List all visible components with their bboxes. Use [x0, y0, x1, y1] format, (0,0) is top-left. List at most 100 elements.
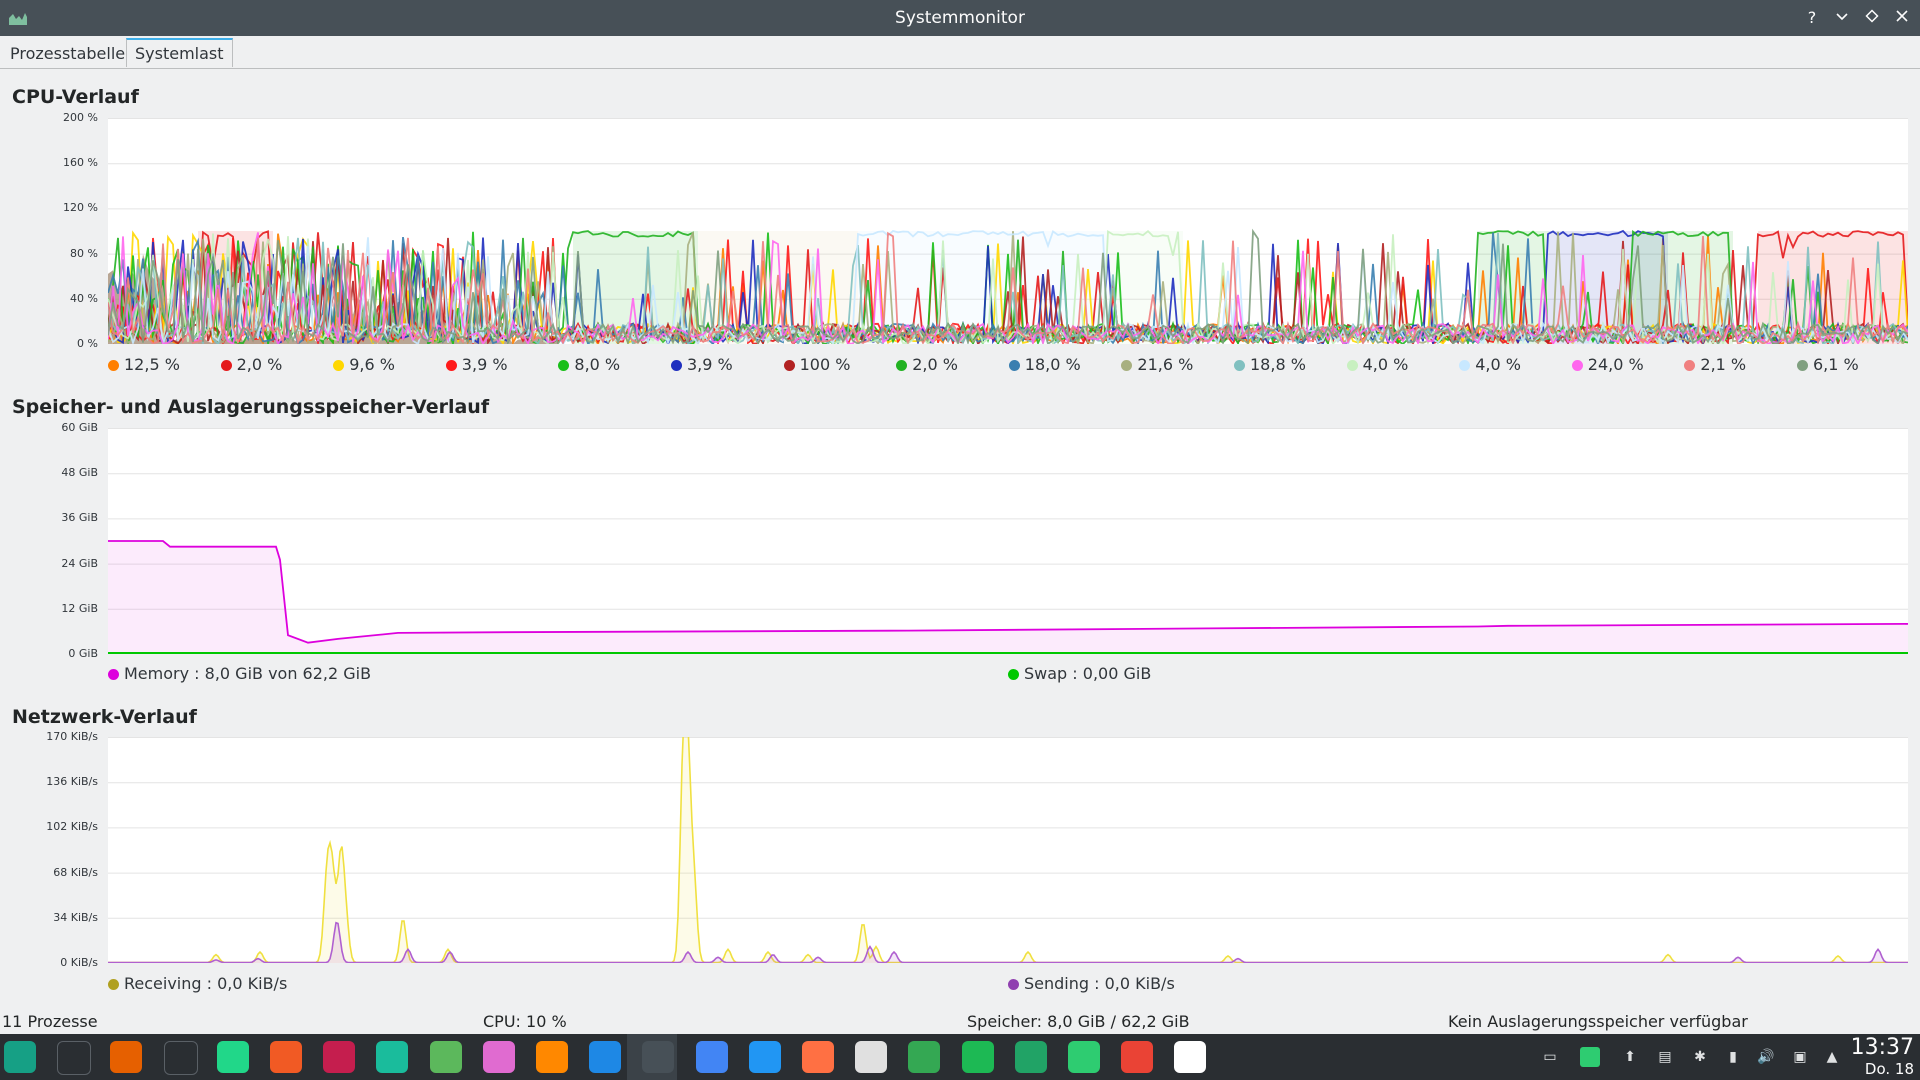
roon-icon[interactable]: [1174, 1041, 1207, 1073]
memory-y-tick: 60 GiB: [61, 421, 98, 434]
pycharm-icon[interactable]: [216, 1041, 249, 1073]
document-icon[interactable]: [748, 1041, 781, 1073]
memory-legend-swatch: [1008, 669, 1019, 680]
firefox-icon[interactable]: [110, 1041, 143, 1073]
system-monitor-icon[interactable]: [642, 1041, 675, 1073]
cpu-legend-item: 18,0 %: [1008, 355, 1081, 374]
memory-legend-swatch: [108, 669, 119, 680]
cpu-y-tick: 200 %: [63, 111, 98, 124]
cpu-legend-item: 2,0 %: [220, 355, 283, 374]
network-receiving-line: [108, 704, 1908, 964]
memory-y-tick: 24 GiB: [61, 556, 98, 570]
cpu-legend-item: 2,0 %: [896, 355, 958, 374]
close-button[interactable]: [1890, 6, 1914, 30]
network-sending-line: [108, 921, 1908, 964]
window-title: Systemmonitor: [895, 8, 1025, 28]
chevron-down-icon: [1836, 13, 1848, 21]
desktop-icon[interactable]: ▭: [1540, 1047, 1560, 1067]
file-manager-icon[interactable]: [1068, 1041, 1100, 1073]
clipboard-icon[interactable]: ▤: [1655, 1047, 1675, 1067]
clock[interactable]: 13:37 Do. 18: [1850, 1035, 1914, 1079]
cpu-legend-label: 2,0 %: [236, 355, 283, 374]
tab-system-load[interactable]: Systemlast: [126, 38, 233, 67]
network-legend-swatch: [108, 979, 119, 990]
bluetooth-icon[interactable]: ✱: [1690, 1047, 1710, 1067]
cpu-legend-item: 8,0 %: [558, 355, 620, 374]
cpu-legend-item: 18,8 %: [1234, 355, 1306, 374]
network-legend-label: Sending : 0,0 KiB/s: [1024, 974, 1175, 993]
cpu-y-tick: 0 %: [77, 337, 98, 350]
network-icon[interactable]: ▣: [1790, 1047, 1810, 1067]
memory-area: [108, 541, 1908, 654]
network-legend-swatch: [1008, 979, 1019, 990]
cpu-legend-swatch: [445, 360, 457, 371]
memory-y-tick: 36 GiB: [61, 511, 98, 525]
spotify-icon[interactable]: [961, 1041, 994, 1073]
network-y-tick: 0 KiB/s: [60, 956, 98, 969]
minimize-button[interactable]: [1830, 6, 1854, 30]
cpu-legend-swatch: [1571, 360, 1583, 371]
cpu-legend-swatch: [1008, 360, 1020, 371]
cpu-legend-swatch: [1797, 360, 1808, 371]
folder-icon[interactable]: [1580, 1047, 1600, 1067]
network-legend-item: Receiving : 0,0 KiB/s: [108, 974, 287, 993]
pinwheel-app-icon-2[interactable]: [1121, 1041, 1154, 1073]
updates-icon[interactable]: ⬆: [1620, 1047, 1640, 1067]
cpu-legend-label: 12,5 %: [124, 355, 180, 374]
cpu-legend-item: 4,0 %: [1459, 355, 1521, 374]
maximize-button[interactable]: [1860, 6, 1884, 30]
cpu-legend-label: 3,9 %: [687, 355, 733, 374]
clock-time: 13:37: [1850, 1035, 1914, 1060]
clion-icon[interactable]: [323, 1041, 356, 1073]
usb-device-icon[interactable]: ▮: [1723, 1047, 1743, 1067]
volume-icon[interactable]: 🔊: [1756, 1047, 1776, 1067]
cpu-legend-label: 8,0 %: [574, 355, 621, 374]
cpu-legend-item: 6,1 %: [1797, 355, 1859, 374]
tab-bar: Prozesstabelle Systemlast: [0, 38, 1920, 69]
chrome-icon[interactable]: [695, 1041, 728, 1073]
cards-game-icon[interactable]: [855, 1041, 888, 1073]
cpu-plot: [107, 118, 1909, 348]
network-y-tick: 170 KiB/s: [46, 730, 98, 743]
cpu-legend-swatch: [1459, 360, 1471, 371]
pinwheel-app-icon[interactable]: [908, 1041, 941, 1073]
download-icon[interactable]: [429, 1041, 462, 1073]
terminal-icon[interactable]: [163, 1041, 198, 1075]
spreadsheet-icon[interactable]: [1014, 1041, 1047, 1073]
settings-panel-icon[interactable]: [57, 1041, 92, 1075]
title-bar: Systemmonitor ?: [0, 0, 1920, 36]
cpu-legend-item: 9,6 %: [333, 355, 395, 374]
cpu-legend-item: 100 %: [783, 355, 850, 374]
cpu-chart: [107, 118, 1909, 348]
network-sending-area: [108, 922, 1908, 963]
cpu-legend-swatch: [108, 360, 119, 371]
tab-process-table[interactable]: Prozesstabelle: [2, 40, 133, 67]
cpu-legend-swatch: [1234, 360, 1245, 371]
presentation-icon[interactable]: [802, 1041, 834, 1073]
cpu-y-tick: 160 %: [63, 156, 98, 170]
application-menu-icon[interactable]: [4, 1041, 36, 1073]
cpu-legend-swatch: [1121, 360, 1133, 371]
network-chart: [108, 704, 1908, 964]
info-app-icon[interactable]: [589, 1041, 622, 1073]
cpu-legend-swatch: [1346, 360, 1358, 371]
cpu-legend-swatch: [783, 360, 795, 371]
network-receiving-area: [108, 704, 1908, 964]
diamond-icon: [1865, 9, 1879, 23]
network-y-tick: 68 KiB/s: [53, 865, 98, 879]
cpu-legend-item: 24,0 %: [1571, 355, 1644, 374]
help-button[interactable]: ?: [1800, 6, 1824, 30]
tray-expand-icon[interactable]: ▲: [1822, 1047, 1842, 1067]
network-app-icon[interactable]: [376, 1041, 409, 1073]
cpu-legend-swatch: [1684, 360, 1696, 371]
vlc-icon[interactable]: [536, 1041, 568, 1073]
cpu-legend-label: 2,1 %: [1700, 355, 1747, 374]
cpu-y-tick: 80 %: [70, 246, 98, 260]
bubble-app-icon[interactable]: [482, 1041, 515, 1073]
cpu-usage-status: CPU: 10 %: [483, 1012, 567, 1031]
cpu-section-title: CPU-Verlauf: [12, 86, 139, 108]
memory-legend-item: Swap : 0,00 GiB: [1008, 664, 1151, 683]
lutris-icon[interactable]: [270, 1041, 302, 1073]
cpu-legend-swatch: [896, 360, 908, 371]
network-y-tick: 136 KiB/s: [46, 775, 98, 789]
